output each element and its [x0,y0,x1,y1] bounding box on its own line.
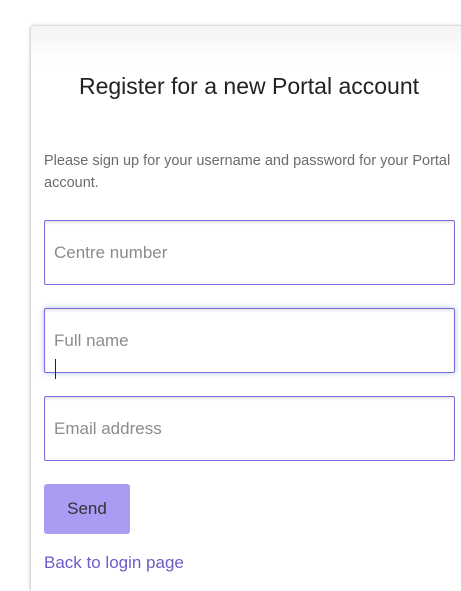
page-title: Register for a new Portal account [78,73,420,99]
send-button[interactable]: Send [44,484,130,534]
back-to-login-link[interactable]: Back to login page [44,553,184,573]
text-caret [55,359,56,379]
centre-number-input[interactable] [44,220,455,285]
full-name-input[interactable] [44,308,455,373]
registration-card: Register for a new Portal account Please… [31,26,461,591]
form-description: Please sign up for your username and pas… [44,153,451,191]
email-address-input[interactable] [44,396,455,461]
